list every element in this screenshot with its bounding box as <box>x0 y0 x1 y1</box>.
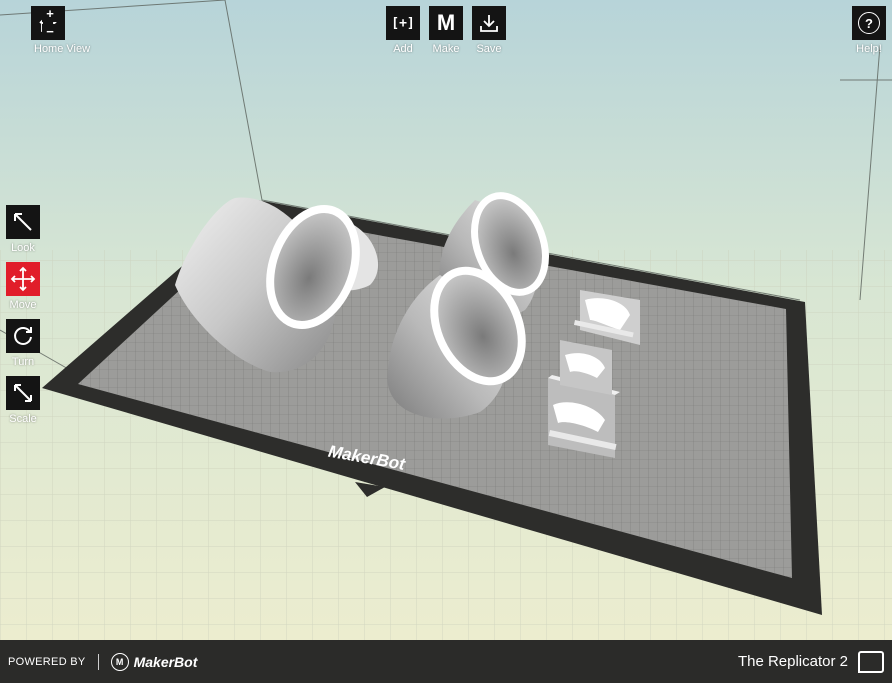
build-volume-viewport[interactable]: MakerBot <box>0 0 892 640</box>
move-cross-icon <box>10 266 36 292</box>
printer-name: The Replicator 2 <box>737 653 848 670</box>
add-button[interactable]: [+] <box>386 6 420 40</box>
add-control: [+] Add <box>386 6 420 55</box>
help-control: ? Help! <box>852 6 886 55</box>
makerbot-brand-text: MakerBot <box>133 653 198 670</box>
turn-tool: Turn <box>6 319 40 368</box>
scale-tool-button[interactable] <box>6 376 40 410</box>
home-view-label: Home View <box>34 43 91 55</box>
zoom-controls: + − <box>42 6 58 40</box>
device-connect-icon[interactable] <box>858 650 884 673</box>
makerbot-logo-icon: M <box>110 652 129 671</box>
look-tool: Look <box>6 205 40 254</box>
look-arrow-icon <box>14 213 32 231</box>
footer-divider <box>97 653 99 670</box>
footer-bar: POWERED BY M MakerBot The Replicator 2 <box>0 640 892 683</box>
move-tool-button[interactable] <box>6 262 40 296</box>
download-icon <box>480 15 498 32</box>
zoom-out-button[interactable]: − <box>42 24 58 40</box>
scale-arrow-icon <box>14 384 32 402</box>
scale-tool-label: Scale <box>9 413 37 425</box>
help-question-icon: ? <box>858 12 880 34</box>
save-label: Save <box>476 43 502 55</box>
look-tool-label: Look <box>11 242 35 254</box>
turn-tool-label: Turn <box>11 356 35 368</box>
zoom-in-button[interactable]: + <box>42 6 58 22</box>
turn-circle-icon <box>14 327 32 345</box>
scale-tool: Scale <box>6 376 40 425</box>
makerbot-m-icon: M <box>436 10 456 35</box>
save-control: Save <box>472 6 506 55</box>
add-label: Add <box>393 43 413 55</box>
help-label: Help! <box>856 43 882 55</box>
move-tool-label: Move <box>9 299 37 311</box>
makerbot-brand[interactable]: M MakerBot <box>110 652 198 671</box>
turn-tool-button[interactable] <box>6 319 40 353</box>
make-control: M Make <box>429 6 463 55</box>
powered-by-label: POWERED BY <box>8 655 86 668</box>
look-tool-button[interactable] <box>6 205 40 239</box>
save-button[interactable] <box>472 6 506 40</box>
make-button[interactable]: M <box>429 6 463 40</box>
add-icon: [+] <box>391 15 415 31</box>
move-tool: Move <box>6 262 40 311</box>
make-label: Make <box>432 43 460 55</box>
help-button[interactable]: ? <box>852 6 886 40</box>
